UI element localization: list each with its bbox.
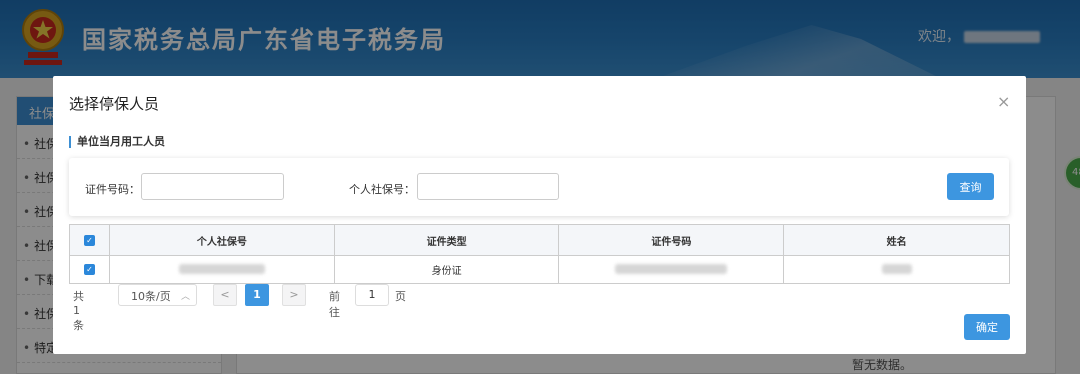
select-all-checkbox[interactable]: ✓ xyxy=(83,234,95,246)
row-select-cell[interactable]: ✓ xyxy=(69,255,110,284)
close-icon[interactable]: × xyxy=(997,92,1010,111)
chevron-up-icon: ︿ xyxy=(180,292,190,302)
row-checkbox[interactable]: ✓ xyxy=(83,264,95,275)
table-row[interactable]: ✓ 身份证 xyxy=(69,255,1010,284)
select-stop-insurance-dialog: 选择停保人员 × 单位当月用工人员 证件号码： 个人社保号： 查询 ✓ 个人社保… xyxy=(53,76,1026,354)
id-number-input[interactable] xyxy=(141,173,284,200)
column-header: 证件号码 xyxy=(558,224,785,256)
social-no-input[interactable] xyxy=(417,173,559,200)
dialog-title: 选择停保人员 xyxy=(69,95,160,113)
name-cell xyxy=(783,255,1010,284)
query-button[interactable]: 查询 xyxy=(947,173,994,200)
page-number-current[interactable]: 1 xyxy=(245,284,269,306)
confirm-button[interactable]: 确定 xyxy=(964,314,1010,340)
next-page-button[interactable]: > xyxy=(282,284,306,306)
prev-page-button[interactable]: < xyxy=(213,284,237,306)
page-size-select[interactable]: 10条/页 ︿ xyxy=(118,284,197,306)
redacted-id-number xyxy=(615,264,728,274)
redacted-social-no xyxy=(178,264,265,274)
redacted-name xyxy=(881,264,912,274)
social-no-label: 个人社保号： xyxy=(349,183,415,196)
search-panel: 证件号码： 个人社保号： 查询 xyxy=(69,158,1009,216)
section-title: 单位当月用工人员 xyxy=(69,136,165,148)
id-number-cell xyxy=(558,255,785,284)
column-header: 姓名 xyxy=(783,224,1010,256)
social-no-cell xyxy=(108,255,335,284)
select-all-cell[interactable]: ✓ xyxy=(69,224,110,256)
employee-table: ✓ 个人社保号 证件类型 证件号码 姓名 ✓ 身份证 xyxy=(69,224,1010,284)
pagination-total: 共 1 条 xyxy=(73,290,84,332)
column-header: 个人社保号 xyxy=(108,224,335,256)
column-header: 证件类型 xyxy=(333,224,560,256)
page-size-value: 10条/页 xyxy=(131,290,171,303)
goto-label: 前往 xyxy=(329,290,340,319)
id-type-cell: 身份证 xyxy=(333,255,560,284)
id-number-label: 证件号码： xyxy=(85,183,140,196)
goto-page-input[interactable]: 1 xyxy=(355,284,389,306)
table-header-row: ✓ 个人社保号 证件类型 证件号码 姓名 xyxy=(69,224,1010,256)
page-unit-label: 页 xyxy=(395,290,406,303)
